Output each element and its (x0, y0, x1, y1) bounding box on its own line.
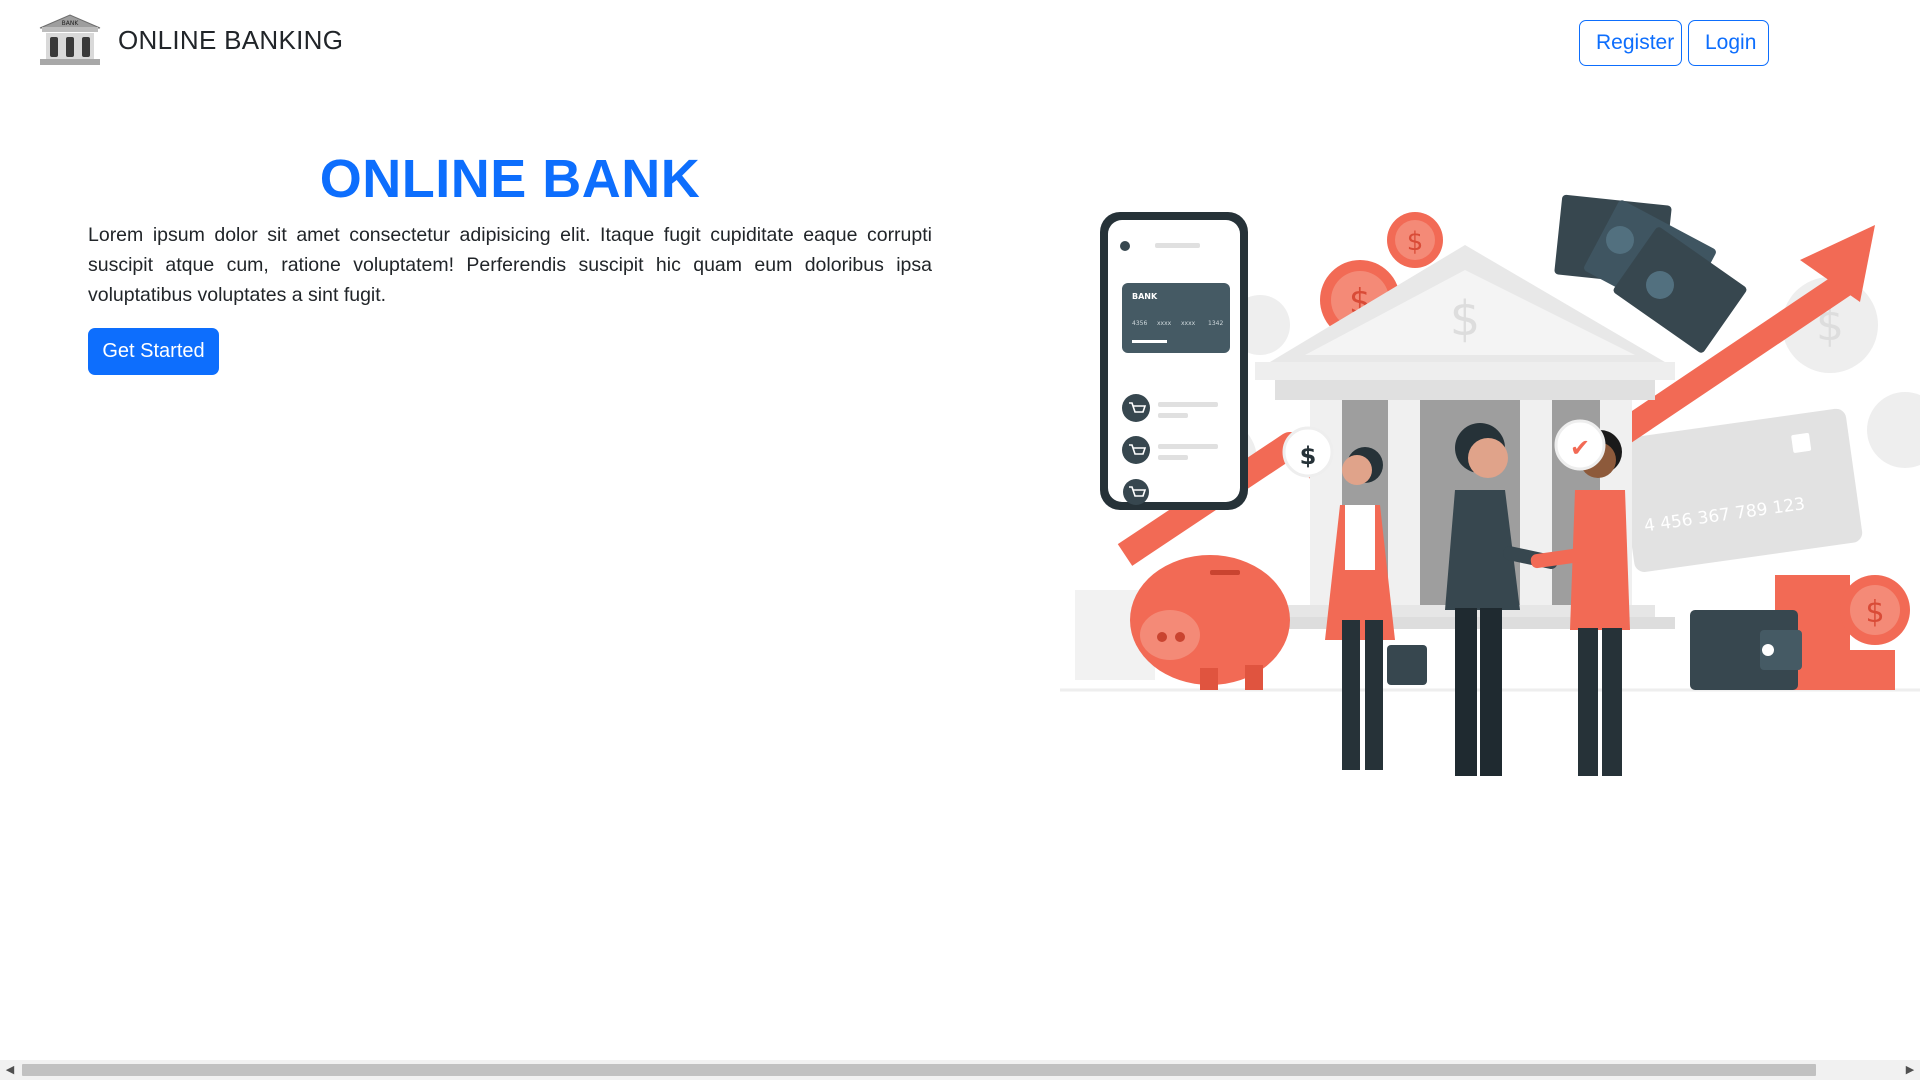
brand[interactable]: BANK ONLINE BANKING (36, 12, 343, 68)
pediment-dollar-text: $ (1450, 291, 1481, 347)
get-started-button[interactable]: Get Started (88, 328, 219, 375)
wallet-icon (1690, 610, 1802, 690)
cart-icon (1122, 394, 1150, 422)
check-bubble-icon: ✔ (1554, 419, 1606, 471)
cart-icon (1122, 436, 1150, 464)
horizontal-scrollbar[interactable]: ◀ ▶ (0, 1060, 1920, 1080)
bank-building-icon: BANK (39, 14, 101, 65)
scrollbar-thumb[interactable] (22, 1064, 1816, 1076)
phone-card-label: BANK (1132, 292, 1158, 301)
register-button[interactable]: Register (1579, 20, 1682, 66)
bank-logo-text: BANK (62, 20, 80, 27)
piggy-bank-icon (1075, 555, 1290, 690)
banking-illustration: $ 4 456 367 789 123 $ $ $ BANK 4356 xxxx… (1060, 194, 1920, 776)
phone-mockup: BANK 4356 xxxx xxxx 1342 (1100, 212, 1248, 510)
hero-description: Lorem ipsum dolor sit amet consectetur a… (88, 224, 932, 306)
bubble-dollar-text: $ (1300, 442, 1317, 470)
coin-dollar-text: $ (1865, 595, 1884, 630)
credit-card-faded: 4 456 367 789 123 (1618, 408, 1863, 572)
login-button[interactable]: Login (1688, 20, 1769, 66)
phone-card-number: xxxx (1181, 320, 1196, 327)
phone-card-number: xxxx (1157, 320, 1172, 327)
phone-card-number: 4356 (1132, 320, 1147, 327)
navbar: BANK ONLINE BANKING Register Login (0, 0, 1920, 80)
brand-name: ONLINE BANKING (118, 24, 344, 55)
arrow-right-icon[interactable]: ▶ (1900, 1060, 1920, 1080)
arrow-left-icon[interactable]: ◀ (0, 1060, 20, 1080)
hero-title: ONLINE BANK (319, 149, 701, 209)
dollar-bubble-icon: $ (1282, 426, 1334, 478)
coin-dollar-text: $ (1407, 227, 1424, 257)
bubble-check-text: ✔ (1570, 434, 1590, 462)
phone-card-number: 1342 (1208, 320, 1223, 327)
coin-icon: $ (1387, 212, 1443, 268)
faded-coin-icon (1867, 392, 1920, 468)
cart-icon (1123, 479, 1149, 505)
